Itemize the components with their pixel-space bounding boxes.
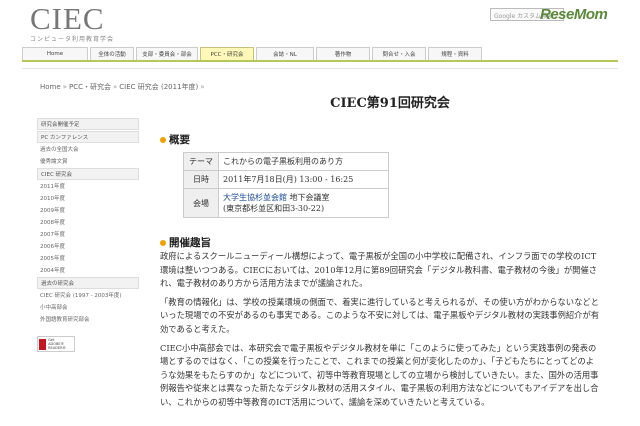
sidebar-item[interactable]: 優秀論文賞 — [37, 156, 139, 168]
info-value: 大学生協杉並会館 地下会議室 (東京都杉並区和田3-30-22) — [218, 188, 389, 218]
venue-room: 地下会議室 — [287, 193, 330, 202]
event-info-table: テーマ これからの電子黒板利用のあり方 日時 2011年7月18日(月) 13:… — [183, 152, 389, 218]
nav-item-rules[interactable]: 規程・資料 — [428, 47, 482, 60]
site-logo[interactable]: CIEC コンピュータ利用教育学会 — [30, 1, 115, 44]
sidebar-item[interactable]: 過去の全国大会 — [37, 144, 139, 156]
sidebar-item[interactable]: 2007年度 — [37, 229, 139, 241]
table-row: テーマ これからの電子黒板利用のあり方 — [183, 152, 389, 171]
paragraph: 「教育の情報化」は、学校の授業環境の側面で、着実に進行していると考えられるが、そ… — [160, 296, 600, 334]
sidebar-heading[interactable]: 過去の研究会 — [37, 277, 139, 289]
logo-mark: CIEC — [30, 1, 105, 36]
sidebar-item[interactable]: 2011年度 — [37, 181, 139, 193]
banner-line: ADOBE® READER® — [48, 342, 67, 350]
sidebar: 研究会開催予定 PC カンファレンス 過去の全国大会 優秀論文賞 CIEC 研究… — [37, 118, 139, 352]
bullet-icon — [160, 136, 166, 143]
nav-item-contact[interactable]: 問合せ・入会 — [372, 47, 426, 60]
bullet-icon — [160, 239, 166, 246]
breadcrumb-separator: » — [112, 83, 118, 91]
purpose-heading-text: 開催趣旨 — [169, 237, 211, 249]
table-row: 会場 大学生協杉並会館 地下会議室 (東京都杉並区和田3-30-22) — [183, 188, 389, 218]
nav-item-home[interactable]: Home — [22, 47, 88, 60]
nav-item-journal[interactable]: 会誌・NL — [256, 47, 314, 60]
divider — [22, 68, 618, 69]
sidebar-item[interactable]: 2009年度 — [37, 205, 139, 217]
purpose-heading: 開催趣旨 — [160, 235, 211, 250]
table-row: 日時 2011年7月18日(月) 13:00 - 16:25 — [183, 170, 389, 189]
info-value: これからの電子黒板利用のあり方 — [218, 152, 389, 171]
breadcrumb-home[interactable]: Home — [40, 83, 61, 91]
nav-item-pcc[interactable]: PCC・研究会 — [200, 47, 254, 60]
sidebar-item[interactable]: CIEC 研究会 (1997 - 2003年度) — [37, 290, 139, 302]
adobe-reader-banner[interactable]: Get ADOBE® READER® — [37, 336, 75, 352]
paragraph: 政府によるスクールニューディール構想によって、電子黒板が全国の小中学校に配備され… — [160, 251, 598, 289]
info-value: 2011年7月18日(月) 13:00 - 16:25 — [218, 170, 389, 189]
sidebar-item[interactable]: 小中高部会 — [37, 302, 139, 314]
info-key: 日時 — [183, 170, 219, 189]
sidebar-heading[interactable]: CIEC 研究会 — [37, 168, 139, 180]
sidebar-item[interactable]: 2008年度 — [37, 217, 139, 229]
breadcrumb-pcc[interactable]: PCC・研究会 — [69, 83, 111, 91]
breadcrumb-separator: » — [200, 83, 205, 91]
logo-subtitle: コンピュータ利用教育学会 — [30, 36, 115, 43]
info-key: 会場 — [183, 188, 219, 218]
overview-heading: 概要 — [160, 132, 190, 147]
brand-watermark: ReseMom — [540, 6, 608, 23]
sidebar-item[interactable]: 2006年度 — [37, 241, 139, 253]
sidebar-item[interactable]: 外国語教育研究部会 — [37, 314, 139, 326]
sidebar-heading[interactable]: PC カンファレンス — [37, 131, 139, 143]
nav-item-branches[interactable]: 支部・委員会・部会 — [136, 47, 198, 60]
overview-heading-text: 概要 — [169, 134, 190, 146]
main-nav: Home 全体の活動 支部・委員会・部会 PCC・研究会 会誌・NL 著作物 問… — [22, 47, 618, 62]
main-content: CIEC第91回研究会 概要 テーマ これからの電子黒板利用のあり方 日時 20… — [160, 92, 600, 407]
nav-item-activities[interactable]: 全体の活動 — [90, 47, 134, 60]
adobe-icon — [39, 338, 47, 350]
purpose-text: 政府によるスクールニューディール構想によって、電子黒板が全国の小中学校に配備され… — [160, 250, 600, 415]
sidebar-item[interactable]: 2010年度 — [37, 193, 139, 205]
page-title: CIEC第91回研究会 — [330, 96, 450, 111]
venue-link[interactable]: 大学生協杉並会館 — [223, 193, 287, 202]
breadcrumb: Home» PCC・研究会» CIEC 研究会 (2011年度)» — [40, 82, 207, 92]
sidebar-item[interactable]: 2004年度 — [37, 265, 139, 277]
sidebar-item[interactable]: 2005年度 — [37, 253, 139, 265]
breadcrumb-separator: » — [62, 83, 67, 91]
breadcrumb-current[interactable]: CIEC 研究会 (2011年度) — [119, 83, 198, 91]
sidebar-heading[interactable]: 研究会開催予定 — [37, 118, 139, 130]
venue-address: (東京都杉並区和田3-30-22) — [223, 204, 325, 213]
paragraph: CIEC小中高部会では、本研究会で電子黒板やデジタル教材を単に「このように使って… — [160, 342, 599, 407]
info-key: テーマ — [183, 152, 219, 171]
nav-item-publications[interactable]: 著作物 — [316, 47, 370, 60]
